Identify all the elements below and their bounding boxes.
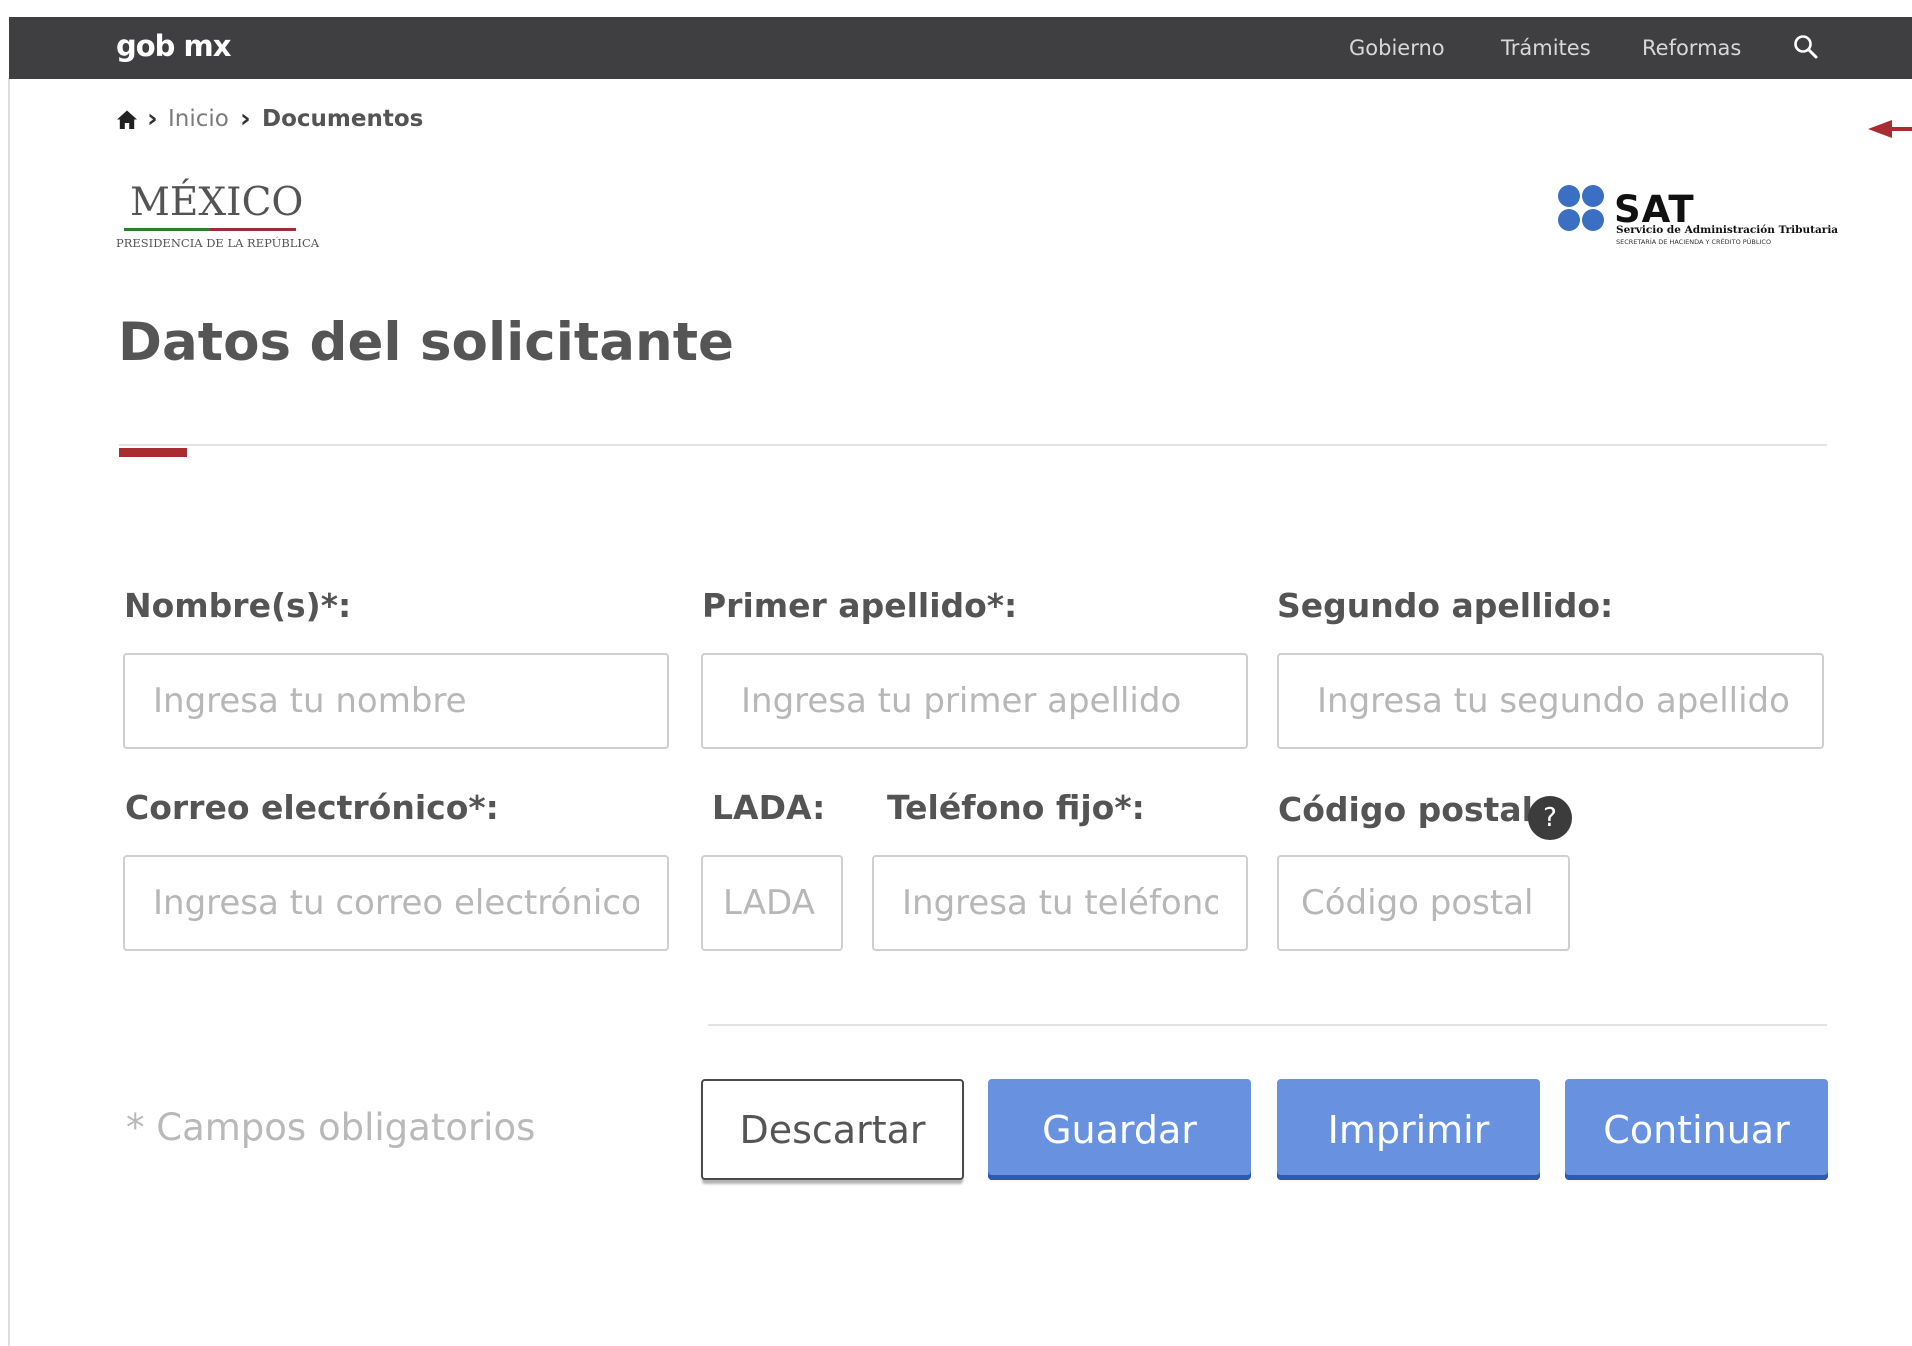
sat-dots-icon (1558, 185, 1604, 231)
continuar-button[interactable]: Continuar (1565, 1079, 1828, 1180)
mexico-logo-subtitle: PRESIDENCIA DE LA REPÚBLICA (116, 236, 320, 250)
sat-logo-description: Servicio de Administración Tributaria (1616, 224, 1839, 236)
lada-input[interactable] (701, 855, 843, 951)
codigo-postal-label: Código postal: (1278, 790, 1547, 829)
title-divider (119, 444, 1827, 446)
chevron-right-icon: › (147, 104, 158, 134)
nav-link-gobierno[interactable]: Gobierno (1349, 36, 1445, 60)
required-fields-note: * Campos obligatorios (126, 1106, 536, 1149)
primer-apellido-label: Primer apellido*: (702, 586, 1018, 625)
primer-apellido-input[interactable] (701, 653, 1248, 749)
actions-divider (708, 1024, 1827, 1026)
lada-label: LADA: (712, 788, 826, 827)
mexico-presidencia-logo: MÉXICO PRESIDENCIA DE LA REPÚBLICA (116, 180, 320, 250)
mexico-logo-title: MÉXICO (130, 180, 304, 225)
title-accent-bar (119, 448, 187, 457)
help-icon[interactable]: ? (1528, 796, 1572, 840)
nav-link-reformas[interactable]: Reformas (1642, 36, 1741, 60)
chevron-right-icon: › (240, 104, 251, 134)
sat-logo-subtitle: SECRETARÍA DE HACIENDA Y CRÉDITO PÚBLICO (1616, 238, 1772, 246)
page-left-border (8, 78, 10, 1346)
breadcrumb-inicio-link[interactable]: Inicio (168, 106, 229, 132)
top-navbar: gob mx Gobierno Trámites Reformas (9, 17, 1912, 79)
sat-logo: SAT Servicio de Administración Tributari… (1556, 184, 1876, 250)
nav-link-tramites[interactable]: Trámites (1501, 36, 1591, 60)
guardar-button[interactable]: Guardar (988, 1079, 1251, 1180)
breadcrumb-current: Documentos (262, 106, 424, 132)
page-title: Datos del solicitante (118, 312, 734, 373)
codigo-postal-input[interactable] (1277, 855, 1570, 951)
correo-label: Correo electrónico*: (125, 788, 499, 827)
nombre-label: Nombre(s)*: (124, 586, 352, 625)
arrow-left-icon[interactable] (1868, 117, 1912, 141)
search-icon[interactable] (1792, 33, 1822, 63)
logo-stripe-red (210, 228, 296, 231)
segundo-apellido-input[interactable] (1277, 653, 1824, 749)
telefono-input[interactable] (872, 855, 1248, 951)
descartar-button[interactable]: Descartar (701, 1079, 964, 1180)
gobmx-logo[interactable]: gob mx (116, 29, 231, 63)
home-icon[interactable] (116, 109, 138, 131)
correo-input[interactable] (123, 855, 669, 951)
segundo-apellido-label: Segundo apellido: (1277, 586, 1614, 625)
imprimir-button[interactable]: Imprimir (1277, 1079, 1540, 1180)
telefono-label: Teléfono fijo*: (887, 788, 1145, 827)
logo-stripe-green (124, 228, 210, 231)
nombre-input[interactable] (123, 653, 669, 749)
